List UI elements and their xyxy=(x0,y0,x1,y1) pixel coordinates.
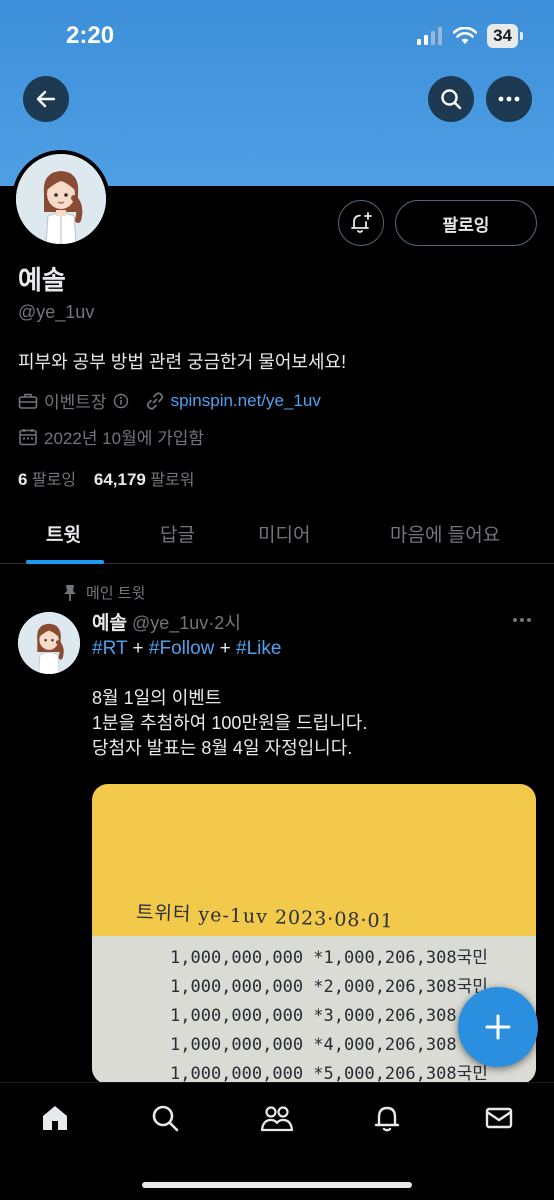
profile-avatar[interactable] xyxy=(12,150,110,248)
tweet-more-button[interactable] xyxy=(512,610,532,628)
ledger-row: 1,000,000,000 *3,000,206,308 xyxy=(170,1006,457,1026)
profile-category: 이벤트장 xyxy=(44,393,107,412)
battery-indicator: 34 xyxy=(487,24,523,48)
status-time: 2:20 xyxy=(66,22,115,49)
pinned-label-text: 메인 트윗 xyxy=(86,585,146,602)
followers-count-link[interactable]: 64,179 팔로워 xyxy=(93,470,195,489)
home-icon xyxy=(43,1106,67,1130)
profile-website-link[interactable]: spinspin.net/ye_1uv xyxy=(171,391,321,411)
tweet-author-name[interactable]: 예솔 xyxy=(92,613,127,634)
search-icon xyxy=(152,1105,179,1132)
tweet-line: 당첨자 발표는 8월 4일 자정입니다. xyxy=(92,738,353,758)
profile-joined-row: 2022년 10월에 가입함 xyxy=(18,424,204,449)
info-icon[interactable] xyxy=(113,393,129,409)
home-indicator[interactable] xyxy=(142,1182,412,1188)
followers-label: 팔로워 xyxy=(150,472,195,489)
compose-tweet-button[interactable] xyxy=(458,987,538,1067)
hashtag-rt[interactable]: #RT xyxy=(92,638,127,659)
tab-media[interactable]: 미디어 xyxy=(258,520,310,547)
profile-joined-date: 2022년 10월에 가입함 xyxy=(44,429,205,448)
pinned-tweet-label: 메인 트윗 xyxy=(62,582,145,603)
ledger-row: 1,000,000,000 *5,000,206,308국민 xyxy=(170,1064,488,1084)
ledger-row: 1,000,000,000 *4,000,206,308 xyxy=(170,1035,457,1055)
follow-counts: 6 팔로잉 64,179 팔로워 xyxy=(18,466,195,490)
ledger-row: 1,000,000,000 *1,000,206,308국민 xyxy=(170,948,488,968)
more-icon xyxy=(498,96,520,102)
more-button[interactable] xyxy=(486,76,532,122)
tweet-time: ·2시 xyxy=(208,613,241,633)
back-button[interactable] xyxy=(23,76,69,122)
avatar-illustration-small xyxy=(18,612,80,674)
notifications-icon xyxy=(374,1106,400,1132)
hashtag-separator: + xyxy=(219,638,231,659)
avatar-illustration xyxy=(16,154,106,244)
messages-icon xyxy=(485,1107,513,1129)
hashtag-follow[interactable]: #Follow xyxy=(149,638,214,659)
nav-messages[interactable] xyxy=(482,1101,516,1135)
more-icon xyxy=(513,618,531,622)
active-tab-indicator xyxy=(26,560,104,564)
back-arrow-icon xyxy=(36,90,56,108)
tweet-line: 1분을 추첨하여 100만원을 드립니다. xyxy=(92,713,368,733)
following-label: 팔로잉 xyxy=(31,472,77,489)
tweet-line: 8월 1일의 이벤트 xyxy=(92,688,222,708)
following-count-link[interactable]: 6 팔로잉 xyxy=(18,470,77,489)
communities-icon xyxy=(260,1106,294,1132)
tab-likes[interactable]: 마음에 들어요 xyxy=(390,520,500,547)
profile-tabs: 트윗 답글 미디어 마음에 들어요 xyxy=(0,508,554,564)
pin-icon xyxy=(64,584,76,601)
status-bar: 2:20 34 xyxy=(0,0,554,72)
tab-tweets[interactable]: 트윗 xyxy=(46,520,81,547)
followers-count: 64,179 xyxy=(93,470,146,489)
nav-home[interactable] xyxy=(38,1101,72,1135)
nav-communities[interactable] xyxy=(260,1101,294,1135)
profile-display-name: 예솔 xyxy=(18,265,66,295)
notification-subscribe-button[interactable] xyxy=(338,200,384,246)
search-button[interactable] xyxy=(428,76,474,122)
profile-bio: 피부와 공부 방법 관련 궁금한거 물어보세요! xyxy=(18,352,347,372)
status-icons: 34 xyxy=(417,24,523,48)
profile-meta-row: 이벤트장 spinspin.net/ye_1uv xyxy=(18,388,321,413)
cellular-signal-icon xyxy=(417,27,443,45)
nav-notifications[interactable] xyxy=(370,1101,404,1135)
profile-handle: @ye_1uv xyxy=(18,302,95,322)
tweet-header: 예솔 @ye_1uv·2시 xyxy=(92,608,241,635)
media-handwriting: 트위터 ye-1uv 2023·08·01 xyxy=(135,901,395,933)
following-button[interactable]: 팔로잉 xyxy=(395,200,537,246)
bell-plus-icon xyxy=(351,212,372,233)
ledger-row: 1,000,000,000 *2,000,206,308국민 xyxy=(170,977,488,997)
tab-replies[interactable]: 답글 xyxy=(160,520,195,547)
search-icon xyxy=(441,89,462,110)
following-count: 6 xyxy=(18,470,28,489)
tweet-body: 8월 1일의 이벤트 1분을 추첨하여 100만원을 드립니다. 당첨자 발표는… xyxy=(92,686,367,761)
nav-search[interactable] xyxy=(148,1101,182,1135)
briefcase-icon xyxy=(18,393,38,409)
media-ledger: 1,000,000,000 *1,000,206,308국민 1,000,000… xyxy=(170,944,488,1084)
link-icon xyxy=(146,391,163,410)
tweet-author-avatar[interactable] xyxy=(18,612,80,674)
calendar-icon xyxy=(19,428,37,445)
wifi-icon xyxy=(453,27,478,44)
hashtag-separator: + xyxy=(132,638,144,659)
plus-icon xyxy=(485,1014,511,1040)
tweet-author-handle[interactable]: @ye_1uv xyxy=(132,613,208,633)
tweet-hashtags: #RT + #Follow + #Like xyxy=(92,638,281,660)
hashtag-like[interactable]: #Like xyxy=(236,638,281,659)
